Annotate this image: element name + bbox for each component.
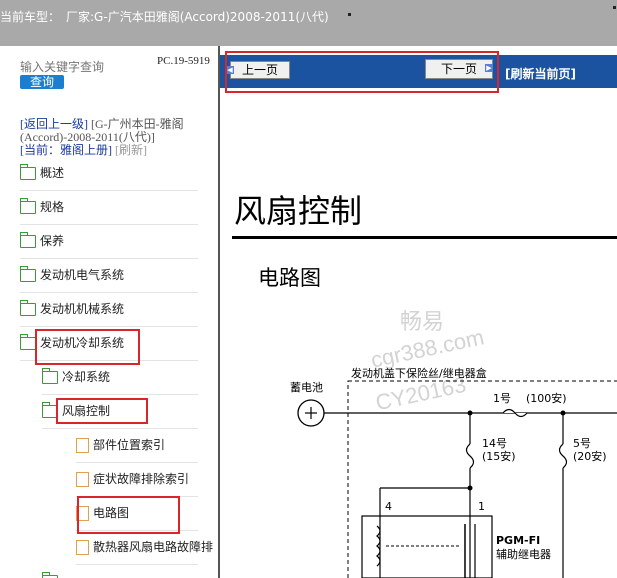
highlight-box <box>35 329 140 365</box>
fusebox-outline <box>347 380 617 578</box>
tree-item-specs[interactable]: 规格 <box>20 197 64 217</box>
tree-item-maintenance[interactable]: 保养 <box>20 231 64 251</box>
tree-item-cooling-system[interactable]: 冷却系统 <box>42 367 110 387</box>
folder-icon <box>20 266 36 282</box>
breadcrumb: [返回上一级] [G-广州本田-雅阁(Accord)-2008-2011(八代)… <box>20 118 216 157</box>
tree-item-symptom-index[interactable]: 症状故障排除索引 <box>76 469 189 489</box>
fuse1-amp: (100安) <box>526 391 567 405</box>
pc-code: PC.19-5919 <box>157 55 210 67</box>
tree-item-engine-electrical[interactable]: 发动机电气系统 <box>20 265 124 285</box>
separator <box>20 258 198 259</box>
folder-icon <box>20 232 36 248</box>
sidebar: 查询 PC.19-5919 [返回上一级] [G-广州本田-雅阁(Accord)… <box>0 46 218 578</box>
battery-label: 蓄电池 <box>290 381 323 394</box>
relay-box <box>361 515 493 578</box>
tree-item-partial[interactable] <box>42 571 62 578</box>
separator <box>76 462 198 463</box>
separator <box>42 394 198 395</box>
tree-item-label: 保养 <box>40 234 65 248</box>
tree-item-component-index[interactable]: 部件位置索引 <box>76 435 165 455</box>
tree-item-fan-circuit-troubleshoot[interactable]: 散热器风扇电路故障排 <box>76 537 213 557</box>
folder-icon <box>42 368 58 384</box>
separator <box>20 326 198 327</box>
fuse14-amp: (15安) <box>482 449 516 463</box>
pin1-label: 1 <box>478 500 485 513</box>
marker-dot <box>348 13 351 16</box>
refresh-link[interactable]: [刷新] <box>115 143 147 157</box>
current-label: [当前： <box>20 143 60 157</box>
tree-item-overview[interactable]: 概述 <box>20 163 64 183</box>
window-titlebar: 当前车型： 厂家:G-广汽本田雅阁(Accord)2008-2011(八代) <box>0 0 617 46</box>
tree-item-label: 部件位置索引 <box>93 438 166 452</box>
relay-name: PGM-FI <box>496 534 540 547</box>
fusebox-label: 发动机盖下保险丝/继电器盒 <box>351 366 487 380</box>
current-value: 雅阁上册] <box>60 143 112 157</box>
highlight-box <box>56 398 148 424</box>
marker-dot <box>613 6 616 9</box>
folder-icon <box>20 164 36 180</box>
tree-item-label: 冷却系统 <box>62 370 111 384</box>
back-link[interactable]: [返回上一级] <box>20 117 88 131</box>
separator <box>42 428 198 429</box>
current-model: 当前车型： 厂家:G-广汽本田雅阁(Accord)2008-2011(八代) <box>0 8 329 25</box>
fuse5-symbol <box>558 443 568 469</box>
document-icon <box>76 472 89 487</box>
tree-item-label: 发动机电气系统 <box>40 268 125 282</box>
current-model-value: 厂家:G-广汽本田雅阁(Accord)2008-2011(八代) <box>66 10 329 24</box>
tree-item-label: 规格 <box>40 200 65 214</box>
folder-open-icon <box>20 334 36 350</box>
separator <box>76 564 198 565</box>
tree-item-label: 概述 <box>40 166 65 180</box>
tree-item-label: 症状故障排除索引 <box>93 472 190 486</box>
fuse14-num: 14号 <box>482 437 507 450</box>
content-pane: ◀ 上一页 下一页 ▶ [刷新当前页] 风扇控制 电路图 畅易 cgr388.c… <box>220 46 617 578</box>
search-button[interactable]: 查询 <box>20 75 64 89</box>
fuse1-symbol <box>502 408 528 418</box>
highlight-box <box>77 496 180 534</box>
separator <box>20 224 198 225</box>
separator <box>20 190 198 191</box>
document-icon <box>76 438 89 453</box>
document-icon <box>76 540 89 555</box>
tree-item-label: 发动机机械系统 <box>40 302 125 316</box>
folder-icon <box>20 198 36 214</box>
tree-item-label: 散热器风扇电路故障排 <box>93 540 214 554</box>
fuse14-symbol <box>465 443 475 469</box>
current-model-label: 当前车型： <box>0 10 61 24</box>
search-input[interactable] <box>20 59 138 75</box>
fuse5-num: 5号 <box>573 437 591 450</box>
circuit-diagram: 蓄电池 发动机盖下保险丝/继电器盒 1号 (100安) 14号 (15安) 5号… <box>290 366 617 578</box>
pin4-label: 4 <box>385 500 392 513</box>
relay-desc: 辅助继电器 <box>496 547 551 561</box>
folder-icon <box>20 300 36 316</box>
tree-item-engine-mechanical[interactable]: 发动机机械系统 <box>20 299 124 319</box>
separator <box>20 292 198 293</box>
fuse5-amp: (20安) <box>573 449 607 463</box>
fuse1-num: 1号 <box>493 392 511 405</box>
